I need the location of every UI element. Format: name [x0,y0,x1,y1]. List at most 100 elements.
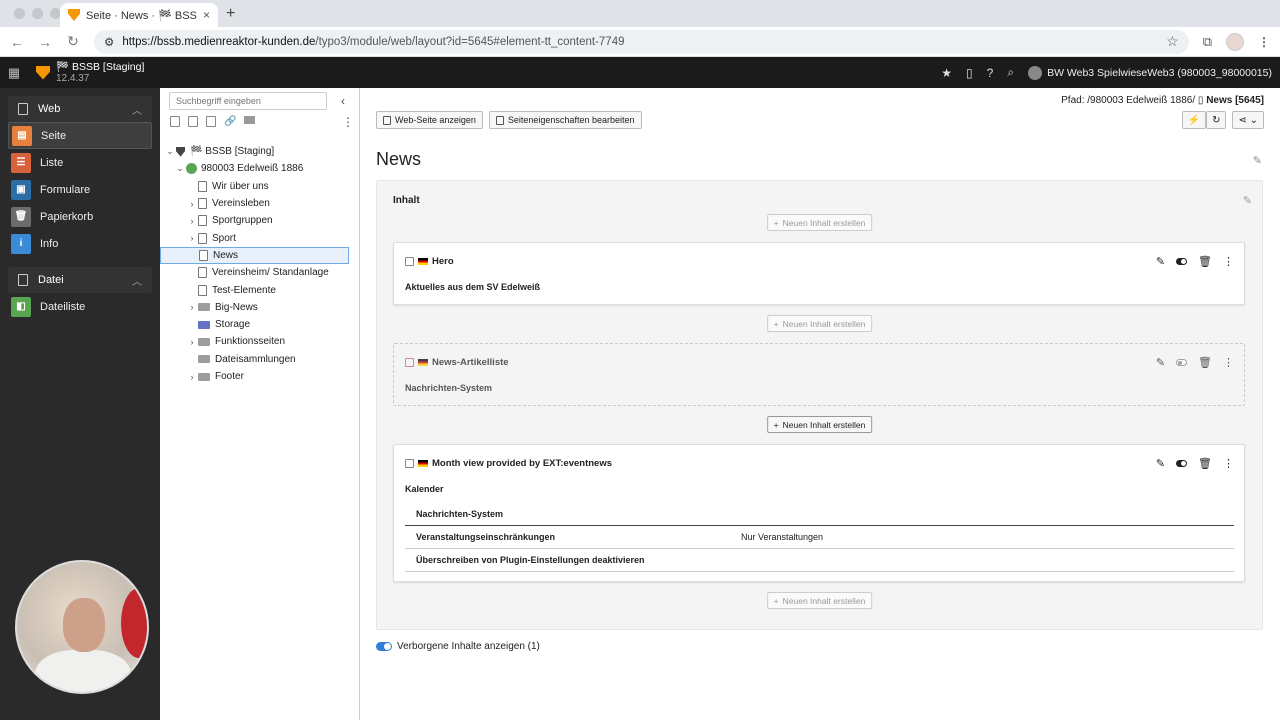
edit-pencil-icon[interactable]: ✎ [1156,356,1165,369]
visibility-toggle-icon[interactable] [1176,359,1188,366]
folder-icon[interactable] [244,116,256,124]
tree-node-label: Storage [215,319,251,331]
site-info: 🏁 BSSB [Staging] 12.4.37 [56,61,144,84]
caret-down-icon[interactable]: ⌄ [174,163,186,174]
browser-menu-icon[interactable]: ⋮ [1258,35,1270,49]
extensions-icon[interactable]: ⧉ [1203,34,1212,50]
edit-column-icon[interactable]: ✎ [1243,194,1252,207]
tree-node[interactable]: Dateisammlungen [160,351,359,368]
open-documents-icon[interactable]: ▯ [966,66,973,80]
module-item-info[interactable]: i Info [8,230,152,257]
tree-node-label: Dateisammlungen [215,353,296,365]
collapse-tree-icon[interactable]: ‹ [341,94,345,108]
element-header: Hero [405,256,454,267]
content-element-hero[interactable]: Hero ✎ 🗑 ⋮ Aktuelles aus dem SV Edelweiß [393,242,1245,305]
new-page-icon[interactable] [170,116,180,127]
delete-trash-icon[interactable]: 🗑 [1198,457,1212,470]
tree-node-site[interactable]: ⌄ 980003 Edelweiß 1886 [160,160,359,177]
module-item-formulare[interactable]: ▣ Formulare [8,176,152,203]
reload-icon[interactable]: ↻ [66,33,80,50]
caret-right-icon[interactable]: › [186,337,198,347]
new-content-button[interactable]: + Neuen Inhalt erstellen [766,214,873,231]
caret-right-icon[interactable]: › [186,302,198,312]
delete-trash-icon[interactable]: 🗑 [1198,255,1212,268]
clear-cache-button[interactable]: ⚡ [1181,111,1207,129]
module-item-seite[interactable]: ▤ Seite [8,122,152,149]
tree-node[interactable]: Wir über uns [160,178,359,195]
view-webpage-button[interactable]: Web-Seite anzeigen [376,111,483,129]
content-element-eventnews[interactable]: Month view provided by EXT:eventnews ✎ 🗑… [393,444,1245,582]
visibility-toggle-icon[interactable] [1176,258,1188,265]
module-item-papierkorb[interactable]: 🗑 Papierkorb [8,203,152,230]
user-menu[interactable]: BW Web3 SpielwieseWeb3 (980003_98000015) [1028,65,1272,80]
tree-search-input[interactable] [169,92,327,110]
module-menu-toggle-icon[interactable]: ▦ [0,65,28,81]
edit-page-properties-button[interactable]: Seiteneigenschaften bearbeiten [488,111,642,129]
delete-trash-icon[interactable]: 🗑 [1198,356,1212,369]
window-controls[interactable] [14,8,61,19]
page-module-icon: ▤ [12,125,32,146]
setting-value: Nur Veranstaltungen [741,532,824,542]
toggle-label: Verborgene Inhalte anzeigen (1) [397,641,540,652]
reload-button[interactable]: ↻ [1206,111,1227,129]
tree-node[interactable]: › Funktionsseiten [160,333,359,350]
forward-icon[interactable]: → [38,34,52,50]
bookmarks-star-icon[interactable]: ★ [941,66,952,80]
tree-node[interactable]: › Vereinsleben [160,195,359,212]
tree-node[interactable]: › Sportgruppen [160,212,359,229]
tab-close-icon[interactable]: × [203,8,210,22]
search-icon[interactable]: ⌕ [1007,65,1014,80]
tree-node[interactable]: Test-Elemente [160,281,359,298]
module-group-datei[interactable]: Datei ︿ [8,267,152,293]
setting-key: Überschreiben von Plugin-Einstellungen d… [416,555,645,565]
new-content-button[interactable]: + Neuen Inhalt erstellen [766,592,873,609]
tree-node-root[interactable]: ⌄ 🏁 BSSB [Staging] [160,143,359,160]
caret-right-icon[interactable]: › [186,199,198,209]
module-item-dateiliste[interactable]: ◧ Dateiliste [8,293,152,320]
caret-right-icon[interactable]: › [186,372,198,382]
toggle-switch[interactable] [376,642,392,651]
edit-title-pencil-icon[interactable]: ✎ [1253,154,1262,167]
new-content-button[interactable]: + Neuen Inhalt erstellen [766,315,873,332]
profile-avatar[interactable] [1226,32,1244,51]
caret-down-icon[interactable]: ⌄ [164,146,176,157]
tree-node[interactable]: › Sport [160,229,359,246]
module-item-liste[interactable]: ☰ Liste [8,149,152,176]
button-label: Web-Seite anzeigen [395,115,476,125]
new-shortcut-icon[interactable] [206,116,216,127]
tree-node-label: Vereinsleben [212,198,270,210]
tree-node[interactable]: › Big-News [160,299,359,316]
page-module-content: Pfad: /980003 Edelweiß 1886/ ▯ News [564… [360,88,1280,720]
url-input[interactable]: ⚙ https://bssb.medienreaktor-kunden.de/t… [94,29,1189,54]
tree-node-selected[interactable]: News [160,246,349,265]
new-sysfolder-icon[interactable] [188,116,198,127]
link-icon[interactable]: 🔗 [224,116,236,127]
more-options-icon[interactable]: ⋮ [1223,457,1234,470]
tree-node[interactable]: Vereinsheim/ Standanlage [160,264,359,281]
site-info-icon[interactable]: ⚙ [104,35,114,49]
edit-pencil-icon[interactable]: ✎ [1156,255,1165,268]
content-element-news-list-hidden[interactable]: News-Artikelliste ✎ 🗑 ⋮ Nachrichten-Syst… [393,343,1245,406]
caret-right-icon[interactable]: › [186,216,198,226]
show-hidden-content-toggle[interactable]: Verborgene Inhalte anzeigen (1) [376,641,540,652]
new-content-button[interactable]: + Neuen Inhalt erstellen [766,416,873,433]
page-icon [198,215,207,227]
tree-options-icon[interactable]: ⋮ [342,115,354,129]
back-icon[interactable]: ← [10,34,24,50]
module-group-web[interactable]: Web ︿ [8,96,152,122]
button-label: Neuen Inhalt erstellen [782,419,866,430]
browser-tab[interactable]: Seite · News · 🏁 BSSB [Stag × [60,3,218,27]
help-icon[interactable]: ? [987,66,994,80]
element-actions: ✎ 🗑 ⋮ [1156,457,1234,470]
tree-node[interactable]: › Footer [160,368,359,385]
share-dropdown[interactable]: ⋖ ⌄ [1232,111,1264,129]
edit-pencil-icon[interactable]: ✎ [1156,457,1165,470]
new-tab-button[interactable]: + [226,5,235,23]
caret-right-icon[interactable]: › [186,233,198,243]
bookmark-star-icon[interactable]: ☆ [1166,33,1179,50]
more-options-icon[interactable]: ⋮ [1223,356,1234,369]
tree-node[interactable]: Storage [160,316,359,333]
visibility-toggle-icon[interactable] [1176,460,1188,467]
typo3-logo-icon[interactable] [36,65,50,80]
more-options-icon[interactable]: ⋮ [1223,255,1234,268]
